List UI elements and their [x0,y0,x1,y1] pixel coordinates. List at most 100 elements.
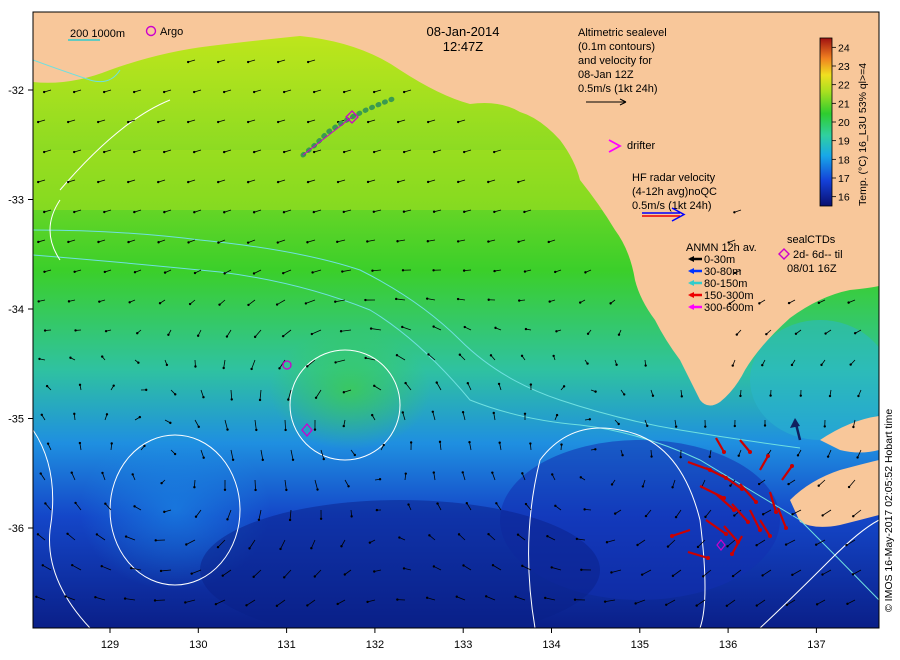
velocity-arrow-head [216,545,220,549]
velocity-arrow-head [761,513,765,516]
velocity-arrow-head [814,543,818,546]
velocity-arrow-head [100,355,104,358]
velocity-arrow-head [188,302,192,306]
velocity-arrow-head [765,332,768,336]
velocity-arrow-head [247,303,250,307]
velocity-arrow-head [202,456,205,459]
velocity-arrow-head [225,335,229,338]
velocity-arrow-head [580,568,583,572]
velocity-arrow-head [847,301,850,304]
velocity-arrow-head [462,564,465,567]
velocity-arrow-head [339,330,343,333]
velocity-arrow-head [431,410,435,413]
velocity-arrow-head [755,543,758,547]
velocity-arrow-head [336,602,339,606]
velocity-arrow-head [312,150,316,154]
velocity-arrow-head [427,353,430,356]
svg-text:(0.1m contours): (0.1m contours) [578,41,655,53]
velocity-arrow-head [246,180,250,184]
velocity-arrow-head [255,428,258,432]
velocity-arrow-head [523,270,527,273]
velocity-arrow-head [586,362,589,365]
velocity-arrow-head [375,508,379,512]
velocity-arrow-head [398,536,401,539]
velocity-arrow-head [67,180,70,184]
velocity-arrow-head [104,502,107,505]
x-tick-label: 129 [101,639,119,651]
velocity-arrow-head [555,330,558,333]
velocity-arrow-head [674,515,678,519]
velocity-arrow-head [306,365,309,368]
velocity-arrow-head [222,366,225,370]
velocity-arrow-head [521,472,524,475]
velocity-arrow-head [138,415,142,419]
velocity-arrow-head [425,596,429,599]
velocity-arrow-head [524,502,528,506]
svg-text:(4-12h avg)noQC: (4-12h avg)noQC [632,186,717,198]
svg-text:Altimetric sealevel: Altimetric sealevel [578,27,667,39]
velocity-arrow-head [817,484,820,487]
x-tick-label: 137 [807,639,825,651]
velocity-arrow-head [641,485,645,488]
velocity-arrow-head [218,303,221,306]
velocity-arrow-head [254,488,257,492]
velocity-arrow-head [583,508,586,511]
velocity-arrow-head [516,533,520,536]
velocity-arrow-head [696,545,700,549]
velocity-arrow-head [74,329,77,332]
velocity-arrow-head [588,418,592,421]
velocity-arrow-head [285,488,288,492]
velocity-arrow-head [613,512,617,515]
y-tick-label: -35 [8,414,24,426]
velocity-arrow-head [704,515,707,519]
velocity-arrow-head [401,411,404,414]
velocity-arrow-head [342,424,345,428]
velocity-arrow-head [761,574,764,577]
velocity-arrow-head [73,270,76,273]
velocity-arrow-head [729,484,732,487]
velocity-arrow-head [402,210,406,213]
velocity-arrow-head [46,442,50,445]
velocity-arrow-head [546,535,549,538]
velocity-arrow-head [517,180,520,184]
velocity-arrow-head [316,488,319,491]
svg-text:08/01 16Z: 08/01 16Z [787,263,837,275]
velocity-arrow-head [126,120,130,124]
y-tick-label: -34 [8,304,24,316]
x-tick-label: 133 [454,639,472,651]
velocity-arrow-head [127,240,130,244]
velocity-arrow-head [163,210,166,214]
velocity-arrow-head [371,269,374,272]
velocity-arrow-head [463,325,466,329]
colorbar-tick-label: 18 [838,154,850,166]
hf-radar-arrow-head [768,534,772,538]
velocity-arrow-head [184,601,187,604]
map-date: 08-Jan-2014 [427,24,500,39]
velocity-arrow-head [343,573,347,576]
velocity-arrow-head [311,271,314,274]
velocity-arrow-head [370,413,374,417]
velocity-arrow-head [306,241,309,244]
imos-credit: © IMOS 16-May-2017 02:05:52 Hobart time [883,409,895,612]
velocity-arrow-head [432,150,436,154]
velocity-arrow-head [190,572,193,575]
velocity-arrow-head [366,120,370,124]
velocity-arrow-head [154,539,157,542]
velocity-arrow-head [322,457,326,461]
velocity-arrow-head [373,384,376,388]
velocity-arrow-head [340,545,343,548]
velocity-arrow-head [769,394,772,397]
velocity-arrow-head [634,602,637,605]
velocity-arrow-head [257,518,261,521]
velocity-arrow-head [248,547,251,550]
velocity-arrow-head [666,545,670,548]
velocity-arrow-head [554,270,557,274]
map-time: 12:47Z [443,39,484,54]
velocity-arrow-head [43,329,47,332]
hf-radar-arrow-head [724,532,728,536]
velocity-arrow-head [436,502,439,505]
velocity-arrow-head [222,90,226,94]
velocity-arrow-head [342,90,346,94]
hf-radar-arrow-head [706,556,710,560]
velocity-arrow-head [817,301,821,305]
